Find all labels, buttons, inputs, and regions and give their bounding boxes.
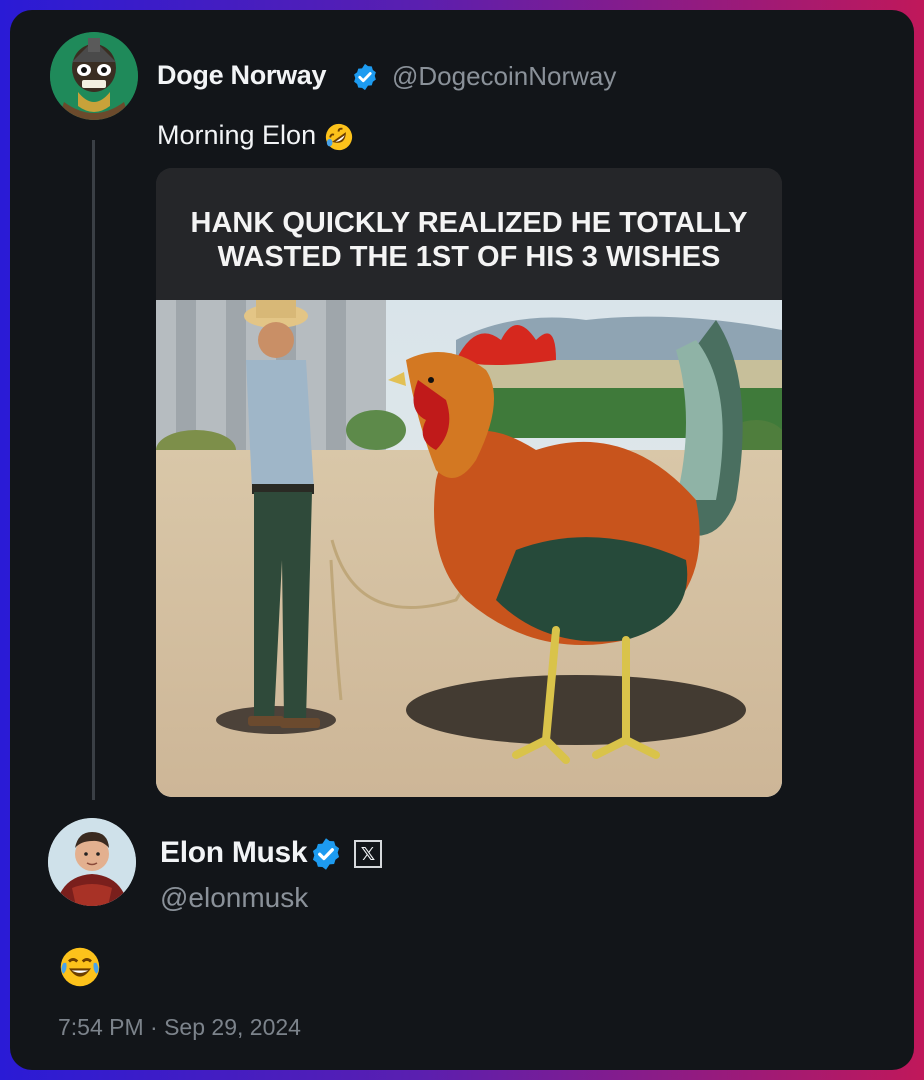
meme-caption-line-2: WASTED THE 1ST OF HIS 3 WISHES: [217, 241, 721, 273]
tweet-image[interactable]: HANK QUICKLY REALIZED HE TOTALLY WASTED …: [156, 168, 782, 797]
meme-caption: HANK QUICKLY REALIZED HE TOTALLY WASTED …: [156, 168, 782, 300]
elon-musk-avatar[interactable]: [48, 818, 136, 906]
tweet-card: Doge Norway @DogecoinNorway Morning Elon…: [10, 10, 914, 1070]
thread-connector-line: [92, 140, 95, 800]
x-logo-icon[interactable]: 𝕏: [354, 840, 382, 868]
tweet-text-content: Morning Elon: [157, 120, 317, 150]
meme-caption-line-1: HANK QUICKLY REALIZED HE TOTALLY: [190, 207, 748, 239]
verified-badge-icon: [354, 63, 376, 91]
tweet-timestamp[interactable]: 7:54 PM · Sep 29, 2024: [58, 1014, 301, 1041]
reply-author-handle[interactable]: @elonmusk: [160, 882, 308, 914]
author-name[interactable]: Doge Norway: [157, 60, 327, 91]
verified-badge-icon: [312, 838, 340, 870]
tweet-text: Morning Elon: [157, 120, 354, 152]
meme-photo: [156, 300, 782, 797]
reply-author-name[interactable]: Elon Musk: [160, 836, 308, 870]
face-with-tears-of-joy-emoji-icon: [60, 947, 100, 987]
author-handle[interactable]: @DogecoinNorway: [392, 61, 616, 92]
rolling-on-floor-laughing-emoji-icon: [325, 123, 352, 150]
doge-norway-avatar[interactable]: [50, 32, 138, 120]
